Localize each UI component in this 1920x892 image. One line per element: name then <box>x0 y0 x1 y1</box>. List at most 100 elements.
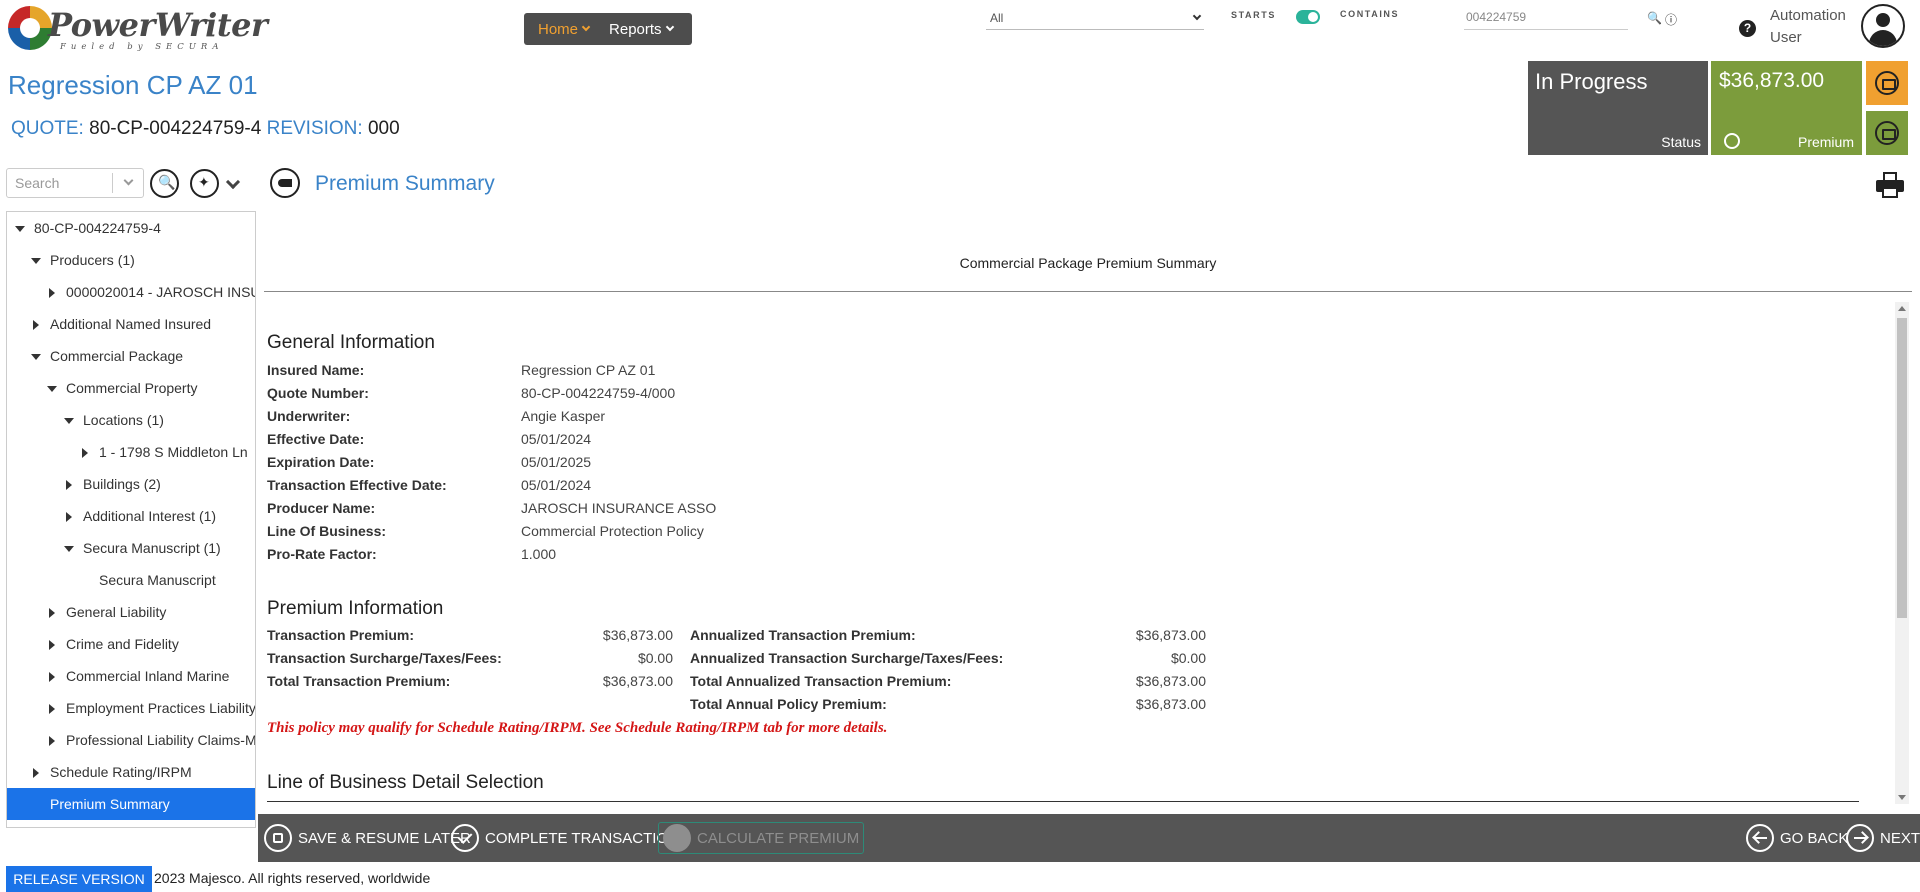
premium-info-label: Total Annual Policy Premium: <box>690 696 887 712</box>
go-back-button[interactable]: GO BACK <box>1746 822 1848 854</box>
user-avatar-icon[interactable] <box>1861 4 1905 48</box>
scroll-down-icon[interactable] <box>1898 795 1906 800</box>
tree-item[interactable]: Commercial Inland Marine <box>7 660 255 692</box>
caret-down-icon[interactable] <box>15 226 25 233</box>
tree-item[interactable]: General Liability <box>7 596 255 628</box>
attachments-button[interactable] <box>1866 111 1908 155</box>
tree-item[interactable]: Secura Manuscript <box>7 564 255 596</box>
caret-right-icon[interactable] <box>49 640 55 651</box>
tree-item[interactable]: Additional Named Insured <box>7 308 255 340</box>
caret-down-icon[interactable] <box>64 418 74 425</box>
nav-reports[interactable]: Reports <box>609 21 674 38</box>
tree-expand-collapse-button[interactable]: ✦ <box>190 169 219 198</box>
tree-item[interactable]: Crime and Fidelity <box>7 628 255 660</box>
caret-right-icon[interactable] <box>49 736 55 747</box>
search-icon[interactable]: 🔍 <box>1647 11 1662 28</box>
caret-down-icon[interactable] <box>31 258 41 265</box>
caret-right-icon[interactable] <box>49 672 55 683</box>
logo-name: PowerWriter <box>48 6 268 44</box>
caret-right-icon[interactable] <box>33 320 39 331</box>
refresh-icon[interactable] <box>1724 133 1740 149</box>
tree-item[interactable]: 80-CP-004224759-4 <box>7 212 255 244</box>
complete-transaction-button[interactable]: COMPLETE TRANSACTION <box>451 822 679 854</box>
starts-contains-toggle[interactable] <box>1296 10 1320 24</box>
tree-item[interactable]: 0000020014 - JAROSCH INSURANCE ASSO <box>7 276 255 308</box>
general-info-value: JAROSCH INSURANCE ASSO <box>521 500 717 516</box>
arrow-right-icon <box>1846 824 1874 852</box>
caret-right-icon[interactable] <box>49 608 55 619</box>
scrollbar-thumb[interactable] <box>1897 318 1907 618</box>
tree-item[interactable]: Secura Manuscript (1) <box>7 532 255 564</box>
caret-right-icon[interactable] <box>66 480 72 491</box>
tree-item[interactable]: Employment Practices Liability <box>7 692 255 724</box>
caret-right-icon[interactable] <box>49 704 55 715</box>
tree-item[interactable]: Additional Interest (1) <box>7 500 255 532</box>
caret-down-icon[interactable] <box>64 546 74 553</box>
general-info-label: Pro-Rate Factor: <box>267 546 377 562</box>
caret-right-icon[interactable] <box>66 512 72 523</box>
nav-home[interactable]: Home <box>538 21 591 38</box>
caret-right-icon[interactable] <box>33 768 39 779</box>
caret-right-icon[interactable] <box>49 288 55 299</box>
tree-item-label: Secura Manuscript (1) <box>83 540 221 556</box>
expand-collapse-icon: ✦ <box>198 174 210 190</box>
general-info-value: Commercial Protection Policy <box>521 523 704 539</box>
tree-item-label: Locations (1) <box>83 412 164 428</box>
navigation-tree: 80-CP-004224759-4 Producers (1) 0000020014… <box>6 211 256 828</box>
tree-item[interactable]: Locations (1) <box>7 404 255 436</box>
caret-right-icon[interactable] <box>82 448 88 459</box>
general-info-value: 05/01/2024 <box>521 431 592 447</box>
tree-item-label: Crime and Fidelity <box>66 636 179 652</box>
tree-item[interactable]: Producers (1) <box>7 244 255 276</box>
general-info-heading: General Information <box>267 332 435 353</box>
search-scope-select[interactable]: All <box>986 7 1204 30</box>
status-value: In Progress <box>1535 69 1648 94</box>
release-version-button[interactable]: RELEASE VERSION <box>6 866 152 892</box>
tree-search-button[interactable]: 🔍 <box>150 169 179 198</box>
chevron-down-icon[interactable] <box>123 175 134 186</box>
premium-info-value: $36,873.00 <box>602 673 673 689</box>
back-icon[interactable] <box>270 168 300 198</box>
global-search-input[interactable]: 004224759 <box>1464 6 1628 30</box>
powerwriter-logo[interactable]: PowerWriter Fueled by SECURA <box>8 6 268 52</box>
caret-down-icon[interactable] <box>31 354 41 361</box>
print-icon[interactable] <box>1876 172 1904 200</box>
tree-item[interactable]: Schedule Rating/IRPM <box>7 756 255 788</box>
tree-item[interactable]: 1 - 1798 S Middleton Ln <box>7 436 255 468</box>
scroll-up-icon[interactable] <box>1898 306 1906 311</box>
tree-item-label: 0000020014 - JAROSCH INSURANCE ASSO <box>66 284 255 300</box>
tree-options-chevron-icon[interactable] <box>225 174 241 190</box>
document-scrollbar[interactable] <box>1895 302 1909 804</box>
tree-search-input[interactable]: Search <box>6 168 144 198</box>
caret-down-icon[interactable] <box>47 386 57 393</box>
message-icon <box>1875 71 1899 95</box>
general-info-label: Effective Date: <box>267 431 365 447</box>
premium-summary-document: General Information Insured Name: Regress… <box>264 300 1894 802</box>
contains-label: CONTAINS <box>1340 9 1400 19</box>
premium-info-row: Transaction Premium: <box>267 624 414 647</box>
general-info-label: Producer Name: <box>267 500 376 516</box>
save-resume-later-label: SAVE & RESUME LATER <box>298 829 471 847</box>
user-name[interactable]: Automation User <box>1770 5 1870 49</box>
tree-item[interactable]: Commercial Property <box>7 372 255 404</box>
tree-item[interactable]: Premium Summary <box>7 788 255 820</box>
general-info-label: Line Of Business: <box>267 523 387 539</box>
logo-mark-icon <box>8 6 52 50</box>
tree-item[interactable]: Professional Liability Claims-Made <box>7 724 255 756</box>
general-info-label: Expiration Date: <box>267 454 375 470</box>
tree-item[interactable]: Buildings (2) <box>7 468 255 500</box>
tree-item-label: Additional Interest (1) <box>83 508 217 524</box>
tree-item-label: General Liability <box>66 604 167 620</box>
save-resume-later-button[interactable]: SAVE & RESUME LATER <box>264 822 471 854</box>
premium-info-label: Total Transaction Premium: <box>267 673 451 689</box>
calculate-premium-button[interactable]: CALCULATE PREMIUM <box>658 822 865 854</box>
info-icon[interactable]: ⓘ <box>1665 11 1677 28</box>
general-info-label: Underwriter: <box>267 408 351 424</box>
quote-value: 80-CP-004224759-4 <box>89 118 262 139</box>
tree-item-label: Secura Manuscript <box>99 572 216 588</box>
tree-item[interactable]: Commercial Package <box>7 340 255 372</box>
next-button[interactable]: NEXT <box>1846 822 1920 854</box>
messages-button[interactable] <box>1866 61 1908 105</box>
general-info-label: Transaction Effective Date: <box>267 477 447 493</box>
help-icon[interactable]: ? <box>1739 20 1756 37</box>
